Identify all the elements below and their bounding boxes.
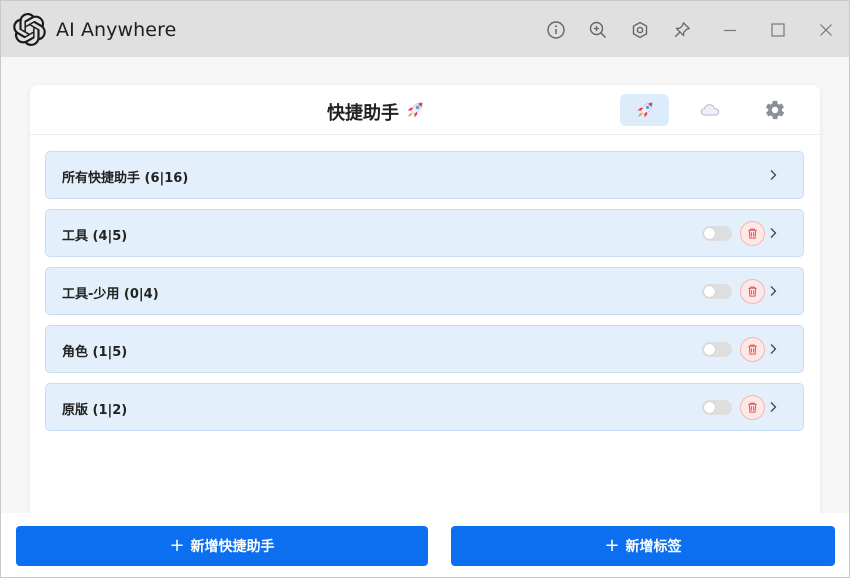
group-row-all[interactable]: 所有快捷助手 (6|16) (45, 151, 804, 199)
trash-icon (748, 402, 757, 413)
plus-icon: + (604, 535, 620, 556)
openai-logo-icon (13, 13, 46, 46)
pin-icon[interactable] (671, 19, 693, 41)
chevron-right-icon[interactable] (765, 341, 781, 357)
title-bar: AI Anywhere (1, 1, 849, 57)
panel-title: 快捷助手 (327, 103, 399, 124)
info-icon[interactable] (545, 19, 567, 41)
app-window: AI Anywhere 快捷助手 所有快捷助手 (6|16) 工具 (4|5) … (0, 0, 850, 578)
rocket-icon (407, 102, 423, 118)
gear-icon (765, 100, 784, 120)
delete-group-button[interactable] (740, 221, 765, 246)
rocket-icon (637, 102, 653, 118)
group-row-roles[interactable]: 角色 (1|5) (45, 325, 804, 373)
add-tag-label: 新增标签 (625, 539, 682, 555)
cloud-icon (700, 104, 719, 116)
add-tag-button[interactable]: + 新增标签 (451, 526, 835, 566)
group-label: 原版 (1|2) (62, 403, 128, 418)
group-label: 角色 (1|5) (62, 345, 128, 360)
group-toggle[interactable] (702, 284, 732, 299)
minimize-icon[interactable] (719, 19, 741, 41)
trash-icon (748, 344, 757, 355)
chevron-right-icon[interactable] (765, 167, 781, 183)
group-toggle[interactable] (702, 342, 732, 357)
add-assistant-label: 新增快捷助手 (190, 539, 275, 555)
tab-cloud[interactable] (685, 94, 734, 126)
chevron-right-icon[interactable] (765, 399, 781, 415)
chevron-right-icon[interactable] (765, 283, 781, 299)
maximize-icon[interactable] (767, 19, 789, 41)
group-row-tools[interactable]: 工具 (4|5) (45, 209, 804, 257)
panel-header: 快捷助手 (30, 85, 820, 135)
group-toggle[interactable] (702, 226, 732, 241)
group-row-original[interactable]: 原版 (1|2) (45, 383, 804, 431)
group-label: 所有快捷助手 (6|16) (62, 171, 189, 186)
group-label: 工具 (4|5) (62, 229, 128, 244)
delete-group-button[interactable] (740, 279, 765, 304)
delete-group-button[interactable] (740, 395, 765, 420)
footer-bar: + 新增快捷助手 + 新增标签 (1, 513, 849, 577)
group-label: 工具-少用 (0|4) (62, 287, 159, 302)
hexagon-settings-icon[interactable] (629, 19, 651, 41)
assistant-panel: 快捷助手 所有快捷助手 (6|16) 工具 (4|5) 工具-少用 (0|4) … (30, 85, 820, 525)
plus-icon: + (169, 535, 185, 556)
group-toggle[interactable] (702, 400, 732, 415)
tab-assistants[interactable] (620, 94, 669, 126)
trash-icon (748, 228, 757, 239)
trash-icon (748, 286, 757, 297)
add-assistant-button[interactable]: + 新增快捷助手 (16, 526, 428, 566)
delete-group-button[interactable] (740, 337, 765, 362)
zoom-in-icon[interactable] (587, 19, 609, 41)
tab-settings[interactable] (750, 94, 799, 126)
app-title: AI Anywhere (56, 19, 177, 41)
close-icon[interactable] (815, 19, 837, 41)
group-row-tools-rare[interactable]: 工具-少用 (0|4) (45, 267, 804, 315)
chevron-right-icon[interactable] (765, 225, 781, 241)
